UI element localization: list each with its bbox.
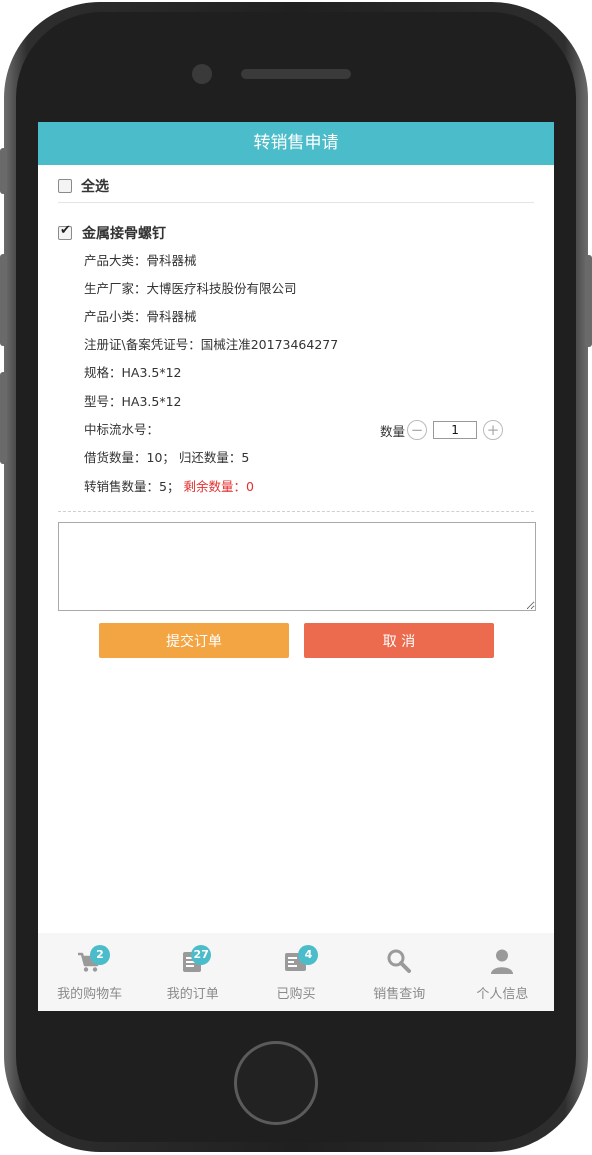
remaining-quantity: 剩余数量：0 [183,479,254,494]
quantity-minus-button[interactable]: − [407,420,428,440]
mute-switch [0,148,7,194]
product-manufacturer: 生产厂家：大博医疗科技股份有限公司 [84,281,297,296]
product-category-major: 产品大类：骨科器械 [84,253,197,268]
tab-label-profile: 个人信息 [476,987,529,1002]
volume-up-button [0,254,7,346]
volume-down-button [0,372,7,464]
tab-label-orders: 我的订单 [166,987,219,1002]
quantity-input[interactable] [433,421,478,439]
tab-label-sales-query: 销售查询 [373,987,426,1002]
front-camera [192,64,212,84]
submit-order-button[interactable]: 提交订单 [99,623,289,658]
transfer-quantity: 转销售数量：5； [84,479,180,494]
user-icon [491,949,514,974]
product-checkbox[interactable] [58,223,72,240]
divider [58,202,534,203]
product-spec: 规格：HA3.5*12 [84,365,182,380]
select-all-checkbox[interactable] [58,179,72,193]
tab-profile[interactable]: 个人信息 [451,933,554,1011]
product-serial: 中标流水号： [84,422,160,437]
cancel-button[interactable]: 取 消 [304,623,494,658]
transfer-quantity-row: 转销售数量：5； 剩余数量：0 [84,479,254,495]
quantity-plus-button[interactable]: + [483,420,504,440]
app-screen: 转销售申请 全选 金属接骨螺钉 产品大类：骨科器械 生产厂家：大博医疗科技股份有… [38,122,554,1011]
page-header: 转销售申请 [38,122,554,165]
loan-return-quantity: 借货数量：10； 归还数量：5 [84,450,250,465]
search-icon [387,949,412,973]
page-title: 转销售申请 [253,133,339,153]
select-all-row[interactable]: 全选 [58,176,109,196]
product-registration: 注册证\备案凭证号：国械注准20173464277 [84,337,339,352]
product-name: 金属接骨螺钉 [82,226,166,242]
quantity-label: 数量 [380,423,406,439]
product-title-row[interactable]: 金属接骨螺钉 [58,223,166,243]
minus-icon: − [410,420,424,439]
quantity-stepper: 数量 − + [380,420,504,440]
earpiece-speaker [241,69,351,79]
select-all-label: 全选 [81,179,109,195]
cart-count-badge: 2 [90,945,110,965]
product-category-minor: 产品小类：骨科器械 [84,309,197,324]
tab-cart[interactable]: 2 我的购物车 [38,933,141,1011]
plus-icon: + [486,420,500,439]
home-button[interactable] [234,1041,318,1125]
purchased-count-badge: 4 [298,945,319,965]
tab-sales-query[interactable]: 销售查询 [348,933,451,1011]
tab-label-purchased: 已购买 [276,987,316,1002]
tab-label-cart: 我的购物车 [57,987,123,1002]
orders-count-badge: 27 [191,945,212,965]
dashed-divider [58,511,534,512]
power-button [585,255,592,347]
tab-purchased[interactable]: 4 已购买 [244,933,347,1011]
remark-textarea[interactable] [58,522,536,611]
product-model: 型号：HA3.5*12 [84,394,182,409]
bottom-tab-bar: 2 我的购物车 27 我的订单 4 已购买 销售查询 个人信息 [38,933,554,1011]
tab-orders[interactable]: 27 我的订单 [141,933,244,1011]
